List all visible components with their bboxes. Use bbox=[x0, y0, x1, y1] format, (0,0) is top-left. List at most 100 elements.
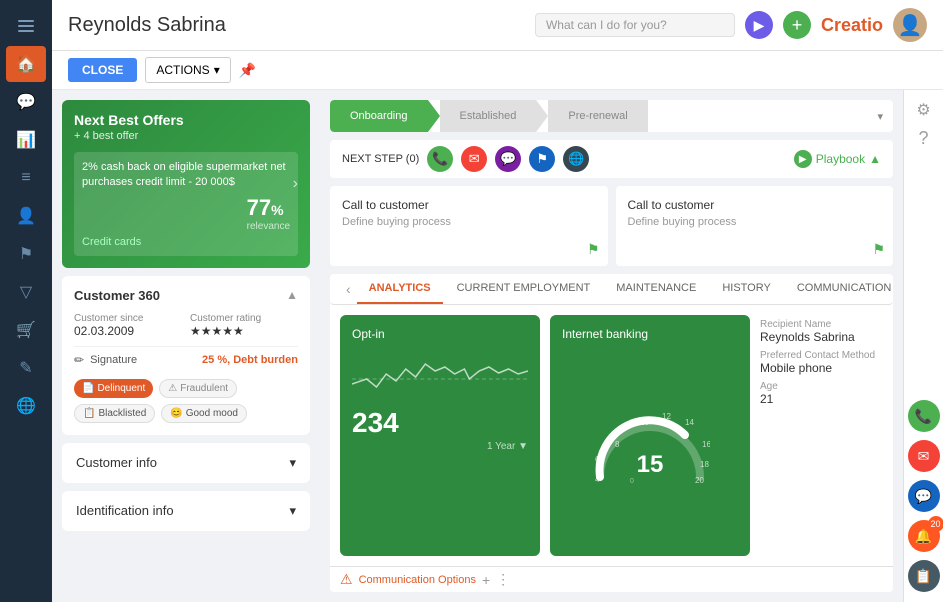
task-sidebar-icon[interactable]: 📋 bbox=[908, 560, 940, 592]
call-card-1: Call to customer Define buying process ⚑ bbox=[330, 186, 608, 266]
left-nav: 🏠 💬 📊 ≡ 👤 ⚑ ▽ 🛒 ✎ 🌐 bbox=[0, 0, 52, 602]
svg-text:0: 0 bbox=[630, 478, 634, 485]
delinquent-badge[interactable]: 📄 Delinquent bbox=[74, 379, 153, 398]
star-rating: ★★★★★ bbox=[190, 324, 244, 338]
tabs-left-arrow[interactable]: ‹ bbox=[342, 281, 355, 297]
filter-nav-icon[interactable]: ▽ bbox=[6, 274, 46, 310]
gauge-container: 4 10 12 14 16 18 20 8 6 bbox=[562, 349, 738, 544]
add-button[interactable]: + bbox=[783, 11, 811, 39]
comm-options-link[interactable]: Communication Options bbox=[359, 574, 476, 586]
globe-nav-icon[interactable]: 🌐 bbox=[6, 388, 46, 424]
credit-cards-link[interactable]: Credit cards bbox=[82, 236, 290, 248]
age-field: Age 21 bbox=[760, 381, 883, 406]
play-button[interactable]: ▶ bbox=[745, 11, 773, 39]
close-button[interactable]: CLOSE bbox=[68, 58, 137, 82]
call-card-2: Call to customer Define buying process ⚑ bbox=[616, 186, 894, 266]
optin-chart bbox=[352, 349, 528, 399]
preferred-contact-field: Preferred Contact Method Mobile phone bbox=[760, 350, 883, 375]
next-steps-label: NEXT STEP (0) bbox=[342, 153, 419, 165]
svg-text:14: 14 bbox=[685, 418, 694, 427]
c360-title: Customer 360 bbox=[74, 288, 160, 303]
avatar[interactable]: 👤 bbox=[893, 8, 927, 42]
notification-badge: 20 bbox=[928, 516, 943, 532]
flag-icon-1: ⚑ bbox=[587, 241, 600, 258]
more-options-icon[interactable]: ⋮ bbox=[496, 571, 510, 588]
fraudulent-badge[interactable]: ⚠ Fraudulent bbox=[159, 379, 237, 398]
offers-arrow-icon[interactable]: › bbox=[293, 175, 298, 193]
optin-title: Opt-in bbox=[352, 327, 528, 341]
svg-text:12: 12 bbox=[662, 412, 671, 421]
cards-row: Call to customer Define buying process ⚑… bbox=[330, 186, 893, 266]
gear-icon[interactable]: ⚙ bbox=[916, 100, 930, 120]
playbook-button[interactable]: ▶ Playbook ▲ bbox=[794, 150, 881, 168]
c360-grid: Customer since 02.03.2009 Customer ratin… bbox=[74, 313, 298, 338]
tab-history[interactable]: HISTORY bbox=[710, 274, 783, 304]
add-bottom-icon[interactable]: + bbox=[482, 572, 490, 588]
chat-button[interactable]: 💬 bbox=[495, 146, 521, 172]
chevron-down-icon: ▾ bbox=[289, 503, 296, 519]
pen-icon: ✏ bbox=[74, 353, 84, 367]
pin-icon[interactable]: 📌 bbox=[239, 62, 256, 79]
customer-rating-field: Customer rating ★★★★★ bbox=[190, 313, 298, 338]
tab-analytics[interactable]: ANALYTICS bbox=[357, 274, 443, 304]
search-box[interactable]: What can I do for you? bbox=[535, 13, 735, 37]
home-nav-icon[interactable]: 🏠 bbox=[6, 46, 46, 82]
hamburger-menu[interactable] bbox=[6, 8, 46, 44]
warning-icon: ⚠ bbox=[168, 383, 177, 394]
flag-nav-icon[interactable]: ⚑ bbox=[6, 236, 46, 272]
customer-since-field: Customer since 02.03.2009 bbox=[74, 313, 182, 338]
tab-communication-channels[interactable]: COMMUNICATION CHANNELS bbox=[785, 274, 893, 304]
svg-text:18: 18 bbox=[700, 460, 709, 469]
offer-detail: 2% cash back on eligible supermarket net… bbox=[74, 152, 298, 256]
tabs-bar: ‹ ANALYTICS CURRENT EMPLOYMENT MAINTENAN… bbox=[330, 274, 893, 305]
identification-info-section[interactable]: Identification info ▾ bbox=[62, 491, 310, 531]
good-mood-badge[interactable]: 😊 Good mood bbox=[161, 404, 247, 423]
tabs-content-wrapper: ‹ ANALYTICS CURRENT EMPLOYMENT MAINTENAN… bbox=[330, 274, 893, 592]
svg-text:15: 15 bbox=[637, 451, 664, 478]
debt-value: 25 %, Debt burden bbox=[202, 354, 298, 366]
offers-subtitle: + 4 best offer bbox=[74, 130, 298, 142]
chat-nav-icon[interactable]: 💬 bbox=[6, 84, 46, 120]
right-sidebar: ⚙ ? 📞 ✉ 💬 🔔 20 📋 bbox=[903, 90, 943, 602]
collapse-icon: ▲ bbox=[869, 152, 881, 166]
c360-collapse-icon[interactable]: ▲ bbox=[286, 288, 298, 302]
svg-text:16: 16 bbox=[702, 440, 710, 449]
svg-text:10: 10 bbox=[640, 418, 649, 427]
tab-maintenance[interactable]: MAINTENANCE bbox=[604, 274, 708, 304]
phone-button[interactable]: 📞 bbox=[427, 146, 453, 172]
user-nav-icon[interactable]: 👤 bbox=[6, 198, 46, 234]
help-icon[interactable]: ? bbox=[918, 128, 928, 149]
email-sidebar-icon[interactable]: ✉ bbox=[908, 440, 940, 472]
pipeline-dropdown[interactable]: ▾ bbox=[867, 110, 893, 123]
file-icon: 📋 bbox=[83, 408, 95, 419]
svg-text:4: 4 bbox=[595, 475, 600, 484]
badges-row-2: 📋 Blacklisted 😊 Good mood bbox=[74, 404, 298, 423]
analytics-content: Opt-in 234 1 Year ▼ bbox=[330, 305, 893, 566]
call-title-1: Call to customer bbox=[342, 198, 596, 212]
customer-info-section[interactable]: Customer info ▾ bbox=[62, 443, 310, 483]
flag-button[interactable]: ⚑ bbox=[529, 146, 555, 172]
notification-sidebar-icon[interactable]: 🔔 20 bbox=[908, 520, 940, 552]
chart-period[interactable]: 1 Year ▼ bbox=[352, 441, 528, 452]
blacklisted-badge[interactable]: 📋 Blacklisted bbox=[74, 404, 155, 423]
pipeline-step-established[interactable]: Established bbox=[440, 100, 537, 132]
globe-button[interactable]: 🌐 bbox=[563, 146, 589, 172]
actions-button[interactable]: ACTIONS ▾ bbox=[145, 57, 230, 83]
chat-sidebar-icon[interactable]: 💬 bbox=[908, 480, 940, 512]
chevron-down-icon: ▾ bbox=[289, 455, 296, 471]
list-nav-icon[interactable]: ≡ bbox=[6, 160, 46, 196]
banking-card: Internet banking 4 10 bbox=[550, 315, 750, 556]
email-button[interactable]: ✉ bbox=[461, 146, 487, 172]
tab-current-employment[interactable]: CURRENT EMPLOYMENT bbox=[445, 274, 603, 304]
logo: Creatio bbox=[821, 15, 883, 36]
top-bar-right: What can I do for you? ▶ + Creatio 👤 bbox=[535, 8, 927, 42]
pipeline-step-prerenewal[interactable]: Pre-renewal bbox=[548, 100, 647, 132]
cart-nav-icon[interactable]: 🛒 bbox=[6, 312, 46, 348]
svg-text:20: 20 bbox=[695, 476, 704, 485]
analytics-nav-icon[interactable]: 📊 bbox=[6, 122, 46, 158]
doc-icon: 📄 bbox=[82, 383, 94, 394]
pipeline-step-onboarding[interactable]: Onboarding bbox=[330, 100, 428, 132]
chevron-down-icon: ▾ bbox=[214, 63, 220, 77]
phone-sidebar-icon[interactable]: 📞 bbox=[908, 400, 940, 432]
edit-nav-icon[interactable]: ✎ bbox=[6, 350, 46, 386]
